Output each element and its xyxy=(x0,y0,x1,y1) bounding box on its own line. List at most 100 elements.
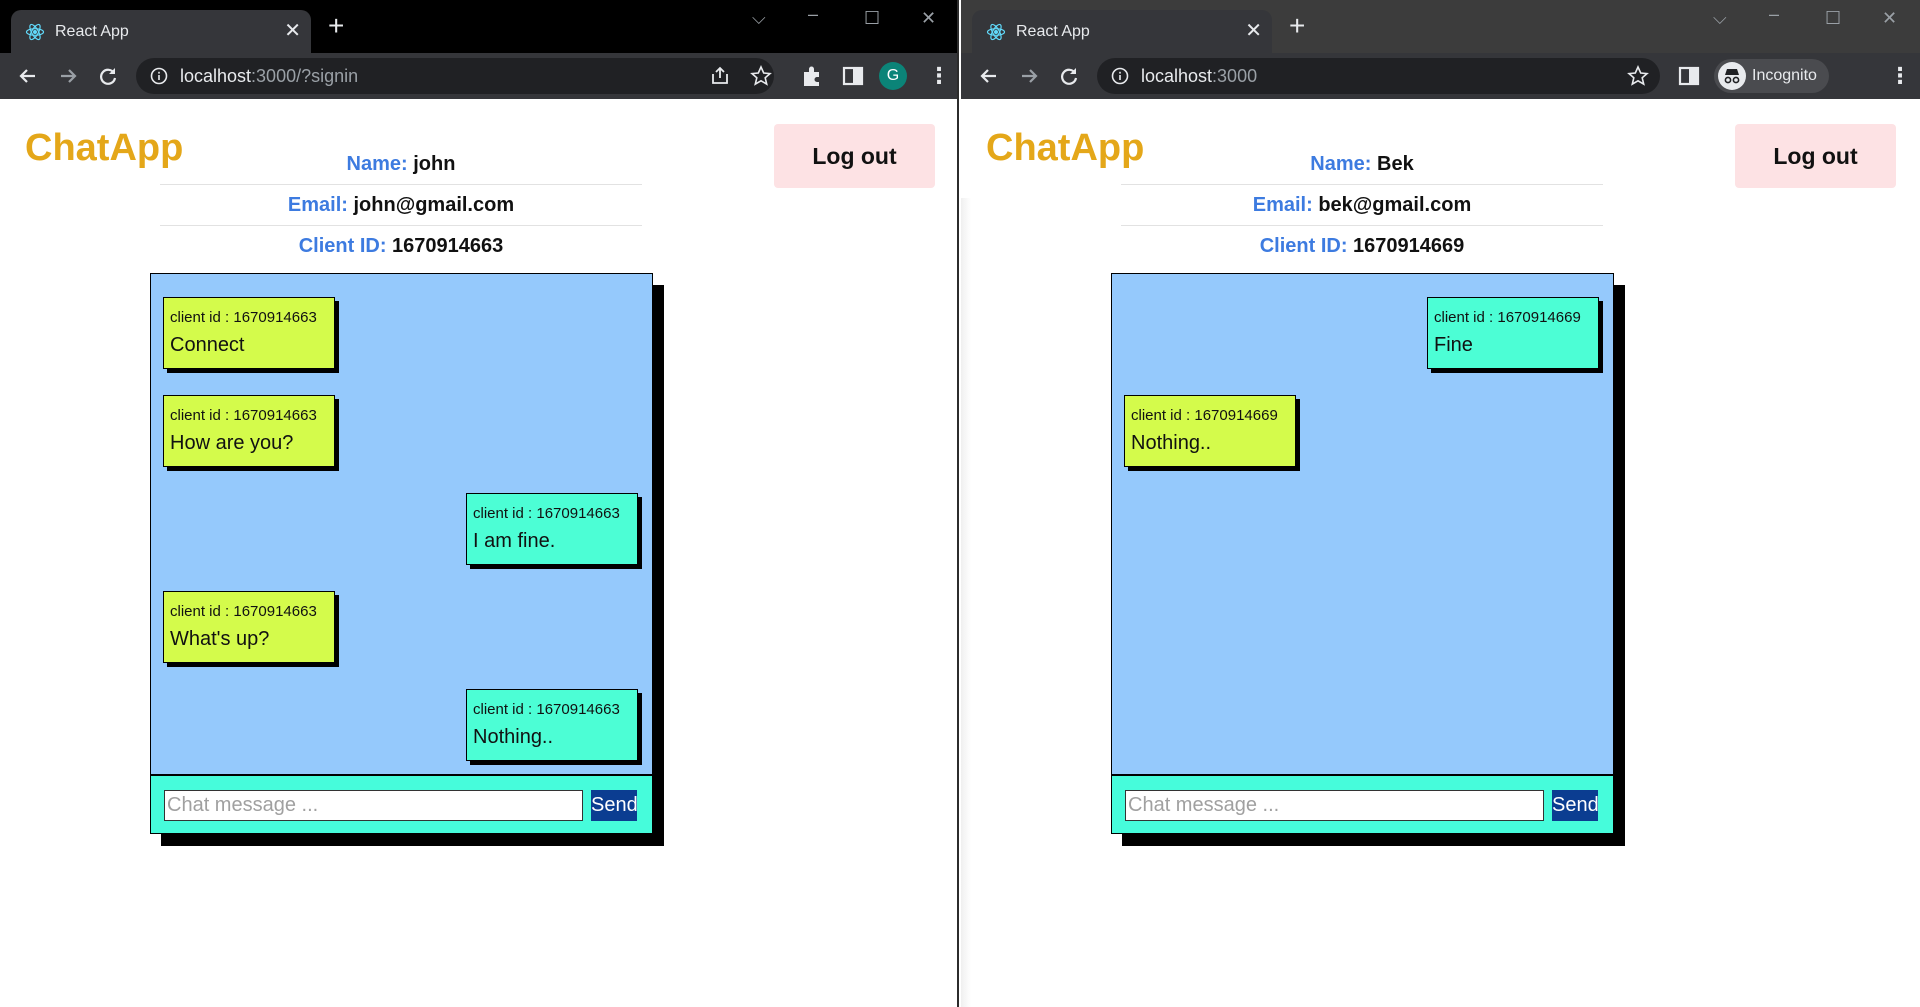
chat-page: ChatApp Log out Name: Bek Email: bek@gma… xyxy=(961,99,1920,1007)
name-label: Name: xyxy=(1310,153,1372,175)
client-id-value: 1670914663 xyxy=(392,235,504,257)
user-name-row: Name: Bek xyxy=(1121,144,1603,185)
chat-input-bar: Send xyxy=(151,774,652,833)
email-value: bek@gmail.com xyxy=(1318,194,1472,216)
bookmark-star-icon[interactable] xyxy=(1627,65,1649,87)
close-window-icon[interactable]: ✕ xyxy=(1882,8,1897,29)
message-text: Connect xyxy=(170,334,245,356)
minimize-icon[interactable]: – xyxy=(1769,4,1779,25)
extensions-icon[interactable] xyxy=(799,63,825,89)
email-label: Email: xyxy=(287,194,348,216)
chat-box: client id : 1670914669 Fine client id : … xyxy=(1111,273,1614,834)
forward-arrow-icon[interactable] xyxy=(54,62,82,90)
chat-message-input[interactable] xyxy=(164,790,583,821)
reload-icon[interactable] xyxy=(94,62,122,90)
address-bar[interactable]: localhost:3000 xyxy=(1097,58,1660,94)
chat-message-input[interactable] xyxy=(1125,790,1544,821)
name-label: Name: xyxy=(346,153,408,175)
user-email-row: Email: bek@gmail.com xyxy=(1121,185,1603,226)
url-text: localhost:3000/?signin xyxy=(180,66,359,86)
message-list[interactable]: client id : 1670914669 Fine client id : … xyxy=(1112,274,1613,774)
info-icon[interactable] xyxy=(1111,67,1129,85)
chat-page: ChatApp Log out Name: john Email: john@g… xyxy=(0,99,957,1007)
bookmark-star-icon[interactable] xyxy=(750,65,772,87)
message-bubble: client id : 1670914669 Nothing.. xyxy=(1124,395,1296,467)
message-bubble: client id : 1670914663 I am fine. xyxy=(466,493,638,565)
message-bubble: client id : 1670914663 How are you? xyxy=(163,395,335,467)
user-email-row: Email: john@gmail.com xyxy=(160,185,642,226)
message-client-id: client id : 1670914669 xyxy=(1131,407,1278,424)
tab-title: React App xyxy=(55,23,129,40)
back-arrow-icon[interactable] xyxy=(14,62,42,90)
message-client-id: client id : 1670914663 xyxy=(170,407,317,424)
new-tab-icon[interactable]: + xyxy=(328,12,344,40)
tab-strip: React App ✕ + ⌵ – ☐ ✕ xyxy=(0,0,957,53)
reload-icon[interactable] xyxy=(1055,62,1083,90)
tab-search-icon[interactable]: ⌵ xyxy=(752,8,766,29)
message-bubble: client id : 1670914663 Connect xyxy=(163,297,335,369)
chat-input-bar: Send xyxy=(1112,774,1613,833)
browser-toolbar: localhost:3000 Incognito ⋮ xyxy=(961,53,1920,99)
profile-avatar[interactable]: G xyxy=(879,62,907,90)
maximize-icon[interactable]: ☐ xyxy=(864,8,880,29)
user-name-row: Name: john xyxy=(160,144,642,185)
tab-strip: React App ✕ + ⌵ – ☐ ✕ xyxy=(961,0,1920,53)
client-id-row: Client ID: 1670914669 xyxy=(1121,226,1603,267)
minimize-icon[interactable]: – xyxy=(808,4,818,25)
name-value: john xyxy=(413,153,456,175)
message-text: What's up? xyxy=(170,628,270,650)
message-text: Fine xyxy=(1434,334,1473,356)
message-text: Nothing.. xyxy=(1131,432,1212,454)
side-panel-icon[interactable] xyxy=(1676,63,1702,89)
browser-window-left: React App ✕ + ⌵ – ☐ ✕ localhost:3000/?si… xyxy=(0,0,959,1007)
chat-box: client id : 1670914663 Connect client id… xyxy=(150,273,653,834)
send-button[interactable]: Send xyxy=(1552,790,1599,821)
window-edge-shade xyxy=(961,198,971,1007)
browser-tab[interactable]: React App ✕ xyxy=(11,10,311,53)
message-bubble: client id : 1670914663 Nothing.. xyxy=(466,689,638,761)
url-text: localhost:3000 xyxy=(1141,66,1258,86)
close-tab-icon[interactable]: ✕ xyxy=(284,19,301,43)
new-tab-icon[interactable]: + xyxy=(1289,12,1305,40)
tab-title: React App xyxy=(1016,23,1090,40)
info-icon[interactable] xyxy=(150,67,168,85)
message-client-id: client id : 1670914669 xyxy=(1434,309,1581,326)
logout-button[interactable]: Log out xyxy=(1735,124,1896,188)
logout-button[interactable]: Log out xyxy=(774,124,935,188)
more-menu-icon[interactable]: ⋮ xyxy=(1889,62,1911,90)
client-id-label: Client ID: xyxy=(1259,235,1348,257)
close-tab-icon[interactable]: ✕ xyxy=(1245,19,1262,43)
more-menu-icon[interactable]: ⋮ xyxy=(928,62,950,90)
message-client-id: client id : 1670914663 xyxy=(473,505,620,522)
message-bubble: client id : 1670914663 What's up? xyxy=(163,591,335,663)
client-id-label: Client ID: xyxy=(298,235,387,257)
client-id-value: 1670914669 xyxy=(1353,235,1465,257)
email-label: Email: xyxy=(1252,194,1313,216)
send-button[interactable]: Send xyxy=(591,790,638,821)
close-window-icon[interactable]: ✕ xyxy=(921,8,936,29)
message-list[interactable]: client id : 1670914663 Connect client id… xyxy=(151,274,652,774)
message-client-id: client id : 1670914663 xyxy=(170,309,317,326)
side-panel-icon[interactable] xyxy=(840,63,866,89)
incognito-indicator[interactable]: Incognito xyxy=(1714,59,1829,93)
message-text: I am fine. xyxy=(473,530,556,552)
maximize-icon[interactable]: ☐ xyxy=(1825,8,1841,29)
name-value: Bek xyxy=(1377,153,1414,175)
react-icon xyxy=(25,23,45,41)
browser-tab[interactable]: React App ✕ xyxy=(972,10,1272,53)
browser-toolbar: localhost:3000/?signin G ⋮ xyxy=(0,53,957,99)
forward-arrow-icon[interactable] xyxy=(1015,62,1043,90)
incognito-label: Incognito xyxy=(1752,67,1817,84)
tab-search-icon[interactable]: ⌵ xyxy=(1713,8,1727,29)
react-icon xyxy=(986,23,1006,41)
email-value: john@gmail.com xyxy=(353,194,515,216)
message-text: How are you? xyxy=(170,432,294,454)
message-client-id: client id : 1670914663 xyxy=(170,603,317,620)
client-id-row: Client ID: 1670914663 xyxy=(160,226,642,267)
address-bar[interactable]: localhost:3000/?signin xyxy=(136,58,774,94)
message-text: Nothing.. xyxy=(473,726,554,748)
share-icon[interactable] xyxy=(709,65,731,87)
incognito-icon xyxy=(1718,62,1746,90)
message-bubble: client id : 1670914669 Fine xyxy=(1427,297,1599,369)
back-arrow-icon[interactable] xyxy=(975,62,1003,90)
